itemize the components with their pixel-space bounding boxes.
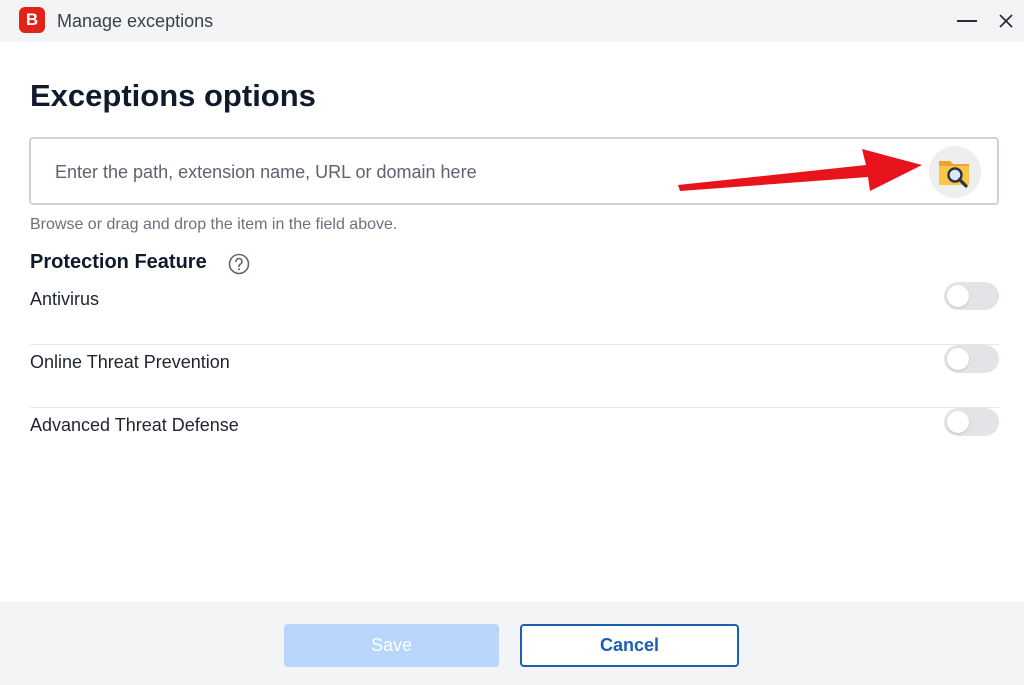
advanced-threat-defense-toggle[interactable] <box>944 408 999 436</box>
antivirus-toggle[interactable] <box>944 282 999 310</box>
close-icon <box>999 14 1013 28</box>
page-title: Exceptions options <box>30 78 316 113</box>
toggle-knob <box>947 348 969 370</box>
feature-row-antivirus: Antivirus <box>30 282 999 345</box>
minimize-button[interactable] <box>952 6 982 36</box>
cancel-button[interactable]: Cancel <box>520 624 739 667</box>
path-field <box>29 137 999 205</box>
folder-search-icon <box>939 161 969 188</box>
feature-label: Antivirus <box>30 289 100 309</box>
save-button[interactable]: Save <box>284 624 499 667</box>
app-logo: B <box>19 7 45 33</box>
feature-row-online-threat-prevention: Online Threat Prevention <box>30 345 999 408</box>
window-title: Manage exceptions <box>57 11 214 31</box>
section-title: Protection Feature <box>30 251 207 273</box>
helper-text: Browse or drag and drop the item in the … <box>30 216 398 233</box>
feature-label: Online Threat Prevention <box>30 352 230 372</box>
close-button[interactable] <box>991 6 1021 36</box>
minimize-icon <box>957 20 977 22</box>
browse-button[interactable] <box>929 146 981 198</box>
help-icon[interactable] <box>228 253 250 275</box>
footer: Save Cancel <box>0 602 1024 685</box>
toggle-knob <box>947 285 969 307</box>
feature-row-advanced-threat-defense: Advanced Threat Defense <box>30 408 999 471</box>
title-bar: B Manage exceptions <box>0 0 1024 42</box>
feature-label: Advanced Threat Defense <box>30 415 239 435</box>
path-input[interactable] <box>55 157 895 187</box>
online-threat-prevention-toggle[interactable] <box>944 345 999 373</box>
toggle-knob <box>947 411 969 433</box>
